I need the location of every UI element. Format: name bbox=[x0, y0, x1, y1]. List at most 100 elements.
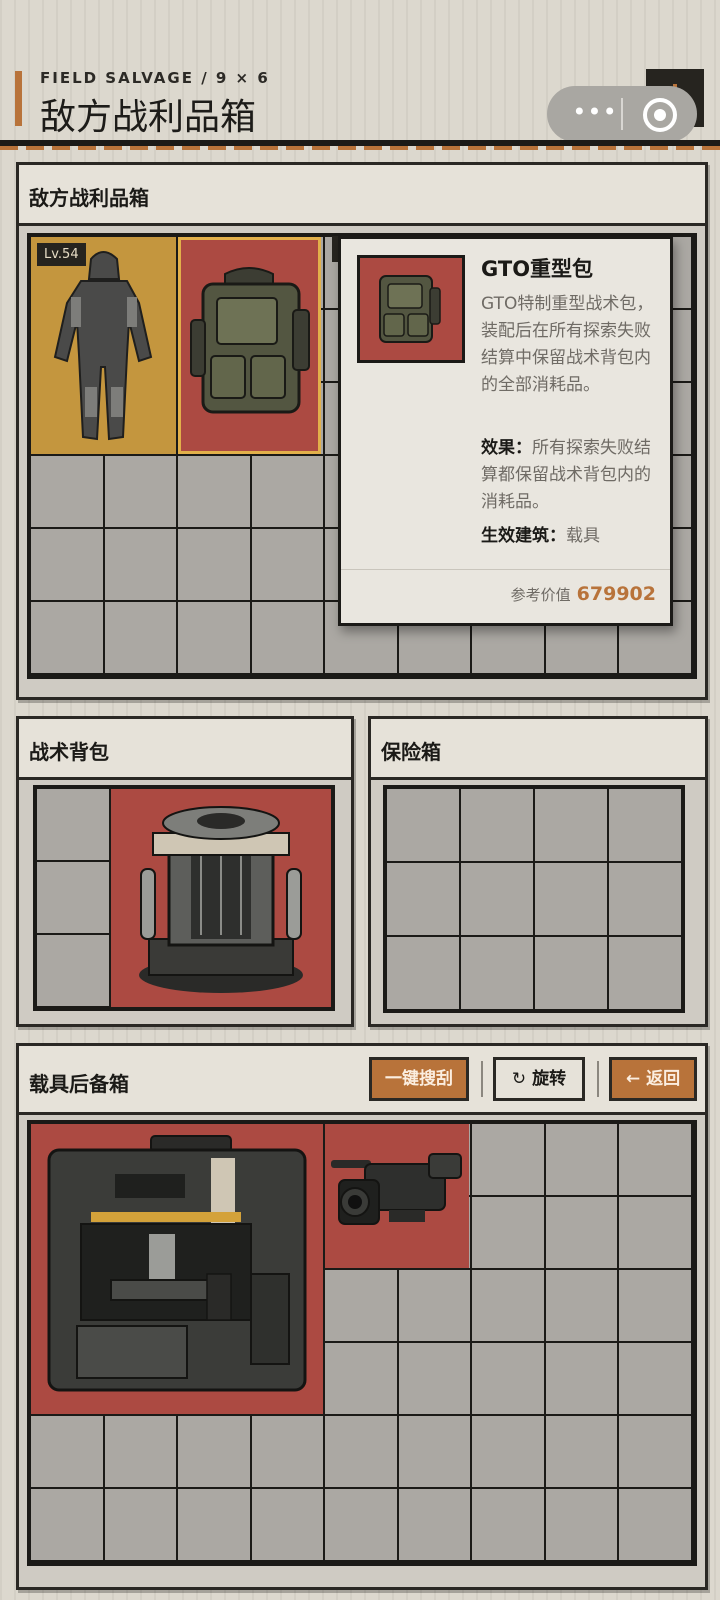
grid-cell[interactable] bbox=[104, 1416, 176, 1487]
grid-cell[interactable] bbox=[461, 863, 533, 935]
rotate-button[interactable]: ↻ 旋转 bbox=[493, 1057, 585, 1101]
grid-cell[interactable] bbox=[619, 1270, 691, 1341]
grid-cell[interactable] bbox=[545, 1416, 617, 1487]
grid-cell[interactable] bbox=[178, 602, 250, 673]
grid-cell[interactable] bbox=[387, 937, 459, 1009]
grid-cell[interactable] bbox=[609, 937, 681, 1009]
search-all-button[interactable]: 一键搜刮 bbox=[369, 1057, 469, 1101]
more-menu-button[interactable]: ••• bbox=[565, 100, 625, 128]
grid-cell[interactable] bbox=[104, 1489, 176, 1560]
item-level-badge: Lv.54 bbox=[37, 243, 86, 266]
grid-cell[interactable] bbox=[545, 1124, 617, 1195]
grid-cell[interactable] bbox=[31, 529, 103, 600]
grid-cell[interactable] bbox=[31, 456, 103, 527]
tooltip-divider bbox=[341, 569, 670, 570]
grid-cell[interactable] bbox=[535, 789, 607, 861]
grid-cell[interactable] bbox=[472, 1416, 544, 1487]
grid-cell[interactable] bbox=[619, 1416, 691, 1487]
grid-cell[interactable] bbox=[37, 789, 109, 860]
grid-cell[interactable] bbox=[545, 1270, 617, 1341]
tooltip-value-number: 679902 bbox=[576, 583, 656, 605]
trunk-grid bbox=[27, 1120, 697, 1566]
grid-cell[interactable] bbox=[472, 1489, 544, 1560]
camcorder-icon bbox=[331, 1153, 462, 1225]
tooltip-item-image bbox=[357, 255, 465, 363]
tooltip-building-text: 载具 bbox=[566, 526, 600, 546]
panel-header: 保险箱 bbox=[371, 719, 705, 780]
grid-cell[interactable] bbox=[461, 789, 533, 861]
grid-cell[interactable] bbox=[387, 789, 459, 861]
fabricator-machine-icon bbox=[47, 1135, 307, 1392]
grid-cell[interactable] bbox=[398, 1416, 470, 1487]
heavy-backpack-icon bbox=[379, 275, 441, 343]
panel-header: 敌方战利品箱 bbox=[19, 165, 705, 226]
rotate-label: 旋转 bbox=[532, 1069, 567, 1089]
grid-cell[interactable] bbox=[251, 1489, 323, 1560]
tooltip-effect: 效果：所有探索失败结算都保留战术背包内的消耗品。 bbox=[481, 435, 656, 516]
grid-cell[interactable] bbox=[398, 1270, 470, 1341]
grid-cell[interactable] bbox=[398, 1489, 470, 1560]
grid-cell[interactable] bbox=[104, 456, 176, 527]
header-dash-stripe bbox=[0, 146, 720, 150]
back-label: 返回 bbox=[646, 1069, 681, 1089]
grid-cell[interactable] bbox=[325, 1270, 397, 1341]
grid-cell[interactable] bbox=[31, 1489, 103, 1560]
grid-cell[interactable] bbox=[472, 1124, 544, 1195]
grid-cell[interactable] bbox=[325, 1489, 397, 1560]
panel-title: 战术背包 bbox=[29, 740, 109, 764]
grid-cell[interactable] bbox=[178, 529, 250, 600]
back-button[interactable]: ← 返回 bbox=[609, 1057, 697, 1101]
tooltip-effect-label: 效果： bbox=[481, 438, 532, 458]
grid-cell[interactable] bbox=[619, 1124, 691, 1195]
grid-cell[interactable] bbox=[545, 1343, 617, 1414]
header: FIELD SALVAGE / 9 × 6 敌方战利品箱 ••• bbox=[0, 0, 720, 150]
loot-item-gto-backpack[interactable] bbox=[178, 237, 321, 454]
grid-cell[interactable] bbox=[104, 529, 176, 600]
grid-cell[interactable] bbox=[398, 1343, 470, 1414]
tooltip-description: GTO特制重型战术包，装配后在所有探索失败结算中保留战术背包内的全部消耗品。 bbox=[481, 294, 654, 395]
panel-title: 载具后备箱 bbox=[29, 1072, 129, 1096]
safe-box-grid bbox=[383, 785, 685, 1013]
grid-cell[interactable] bbox=[325, 1416, 397, 1487]
grid-cell[interactable] bbox=[251, 529, 323, 600]
tooltip-item-name: GTO重型包 bbox=[481, 257, 594, 281]
grid-cell[interactable] bbox=[619, 1197, 691, 1268]
grid-cell[interactable] bbox=[178, 1489, 250, 1560]
grid-cell[interactable] bbox=[472, 1270, 544, 1341]
grid-cell[interactable] bbox=[619, 1343, 691, 1414]
trunk-item-camcorder[interactable] bbox=[325, 1124, 469, 1268]
close-miniprogram-icon[interactable] bbox=[643, 98, 677, 132]
grid-cell[interactable] bbox=[37, 862, 109, 933]
grid-cell[interactable] bbox=[104, 602, 176, 673]
grid-cell[interactable] bbox=[387, 863, 459, 935]
grid-cell[interactable] bbox=[472, 1197, 544, 1268]
reactor-core-icon bbox=[139, 806, 303, 993]
grid-cell[interactable] bbox=[251, 1416, 323, 1487]
grid-cell[interactable] bbox=[535, 863, 607, 935]
grid-cell[interactable] bbox=[609, 789, 681, 861]
loot-item-suit[interactable]: Lv.54 bbox=[31, 237, 176, 454]
trunk-item-fabricator[interactable] bbox=[31, 1124, 323, 1414]
header-accent-bar bbox=[15, 71, 22, 126]
tooltip-value: 参考价值 679902 bbox=[511, 583, 656, 605]
back-arrow-icon: ← bbox=[625, 1069, 641, 1089]
grid-cell[interactable] bbox=[31, 602, 103, 673]
grid-cell[interactable] bbox=[178, 456, 250, 527]
grid-cell[interactable] bbox=[178, 1416, 250, 1487]
grid-cell[interactable] bbox=[31, 1416, 103, 1487]
grid-cell[interactable] bbox=[251, 456, 323, 527]
grid-cell[interactable] bbox=[461, 937, 533, 1009]
grid-cell[interactable] bbox=[37, 935, 109, 1006]
grid-cell[interactable] bbox=[535, 937, 607, 1009]
grid-cell[interactable] bbox=[472, 1343, 544, 1414]
grid-cell[interactable] bbox=[619, 1489, 691, 1560]
grid-cell[interactable] bbox=[251, 602, 323, 673]
grid-cell[interactable] bbox=[545, 1197, 617, 1268]
backpack-item-reactor[interactable] bbox=[111, 789, 331, 1007]
tactical-backpack-panel: 战术背包 bbox=[16, 716, 354, 1027]
grid-cell[interactable] bbox=[325, 1343, 397, 1414]
grid-cell[interactable] bbox=[545, 1489, 617, 1560]
heavy-backpack-icon bbox=[190, 267, 310, 414]
capsule-divider bbox=[621, 98, 623, 130]
grid-cell[interactable] bbox=[609, 863, 681, 935]
